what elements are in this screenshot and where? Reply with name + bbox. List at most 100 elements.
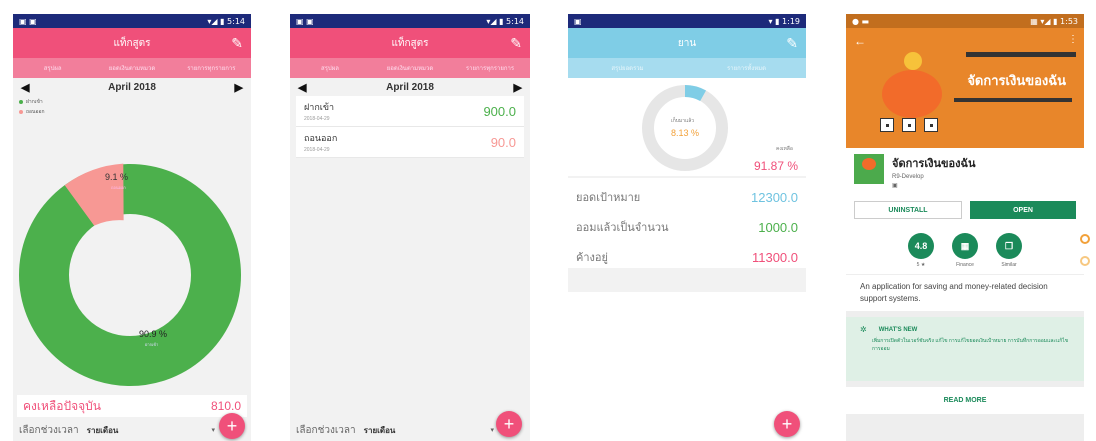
prev-month-icon[interactable]: ◀ [298,81,306,94]
period-select[interactable]: รายเดือน [364,424,396,437]
edit-icon[interactable]: ✎ [786,35,798,52]
tab-bar: สรุปผล ยอดเงินตามหมวด รายการทุกรายการ [290,58,530,78]
app-name: จัดการเงินของฉัน [892,158,976,170]
period-select[interactable]: รายเดือน [87,424,119,437]
uninstall-button[interactable]: UNINSTALL [854,201,962,219]
back-arrow-icon[interactable]: ← [854,34,866,48]
balance-card: คงเหลือปัจจุบัน 810.0 [17,395,247,417]
piggy-bank-illustration [882,70,942,118]
balance-value: 810.0 [210,399,241,413]
phone-screen-summary: ▣ ▣ ▾◢ ▮ 5:14 แท็กสูตร ✎ สรุปผล ยอดเงินต… [13,14,251,441]
whats-new-text: เพิ่มการเปิดตัวในเวอร์ชันจริง แก้ไข การแ… [872,338,1069,352]
status-bar: ● ▬ ▦ ▾◢ ▮ 1:53 [846,14,1084,28]
tab-all-items[interactable]: รายการทุกรายการ [450,58,530,78]
phone-screen-play-store: ● ▬ ▦ ▾◢ ▮ 1:53 ← ⋮ จัดการเงินของฉัน จัด… [846,14,1084,441]
toolbar-title: แท็กสูตร [391,37,429,49]
dropdown-caret-icon[interactable]: ▾ [490,426,494,434]
toolbar-title: แท็กสูตร [113,37,151,49]
month-selector: ◀ April 2018 ▶ [290,78,530,96]
tab-summary[interactable]: สรุปผล [13,58,92,78]
open-button[interactable]: OPEN [970,201,1076,219]
status-bar: ▣ ▣ ▾◢ ▮ 5:14 [13,14,251,28]
summary-row-saved: ออมแล้วเป็นจำนวน 1000.0 [568,212,806,242]
feature-square-icon [924,118,938,132]
read-more-button[interactable]: READ MORE [846,387,1084,414]
tab-category[interactable]: ยอดเงินตามหมวด [370,58,450,78]
item-date: 2018-04-29 [304,116,330,122]
rating-label: 5 ★ [916,262,926,268]
app-toolbar: ยาน ✎ [568,28,806,58]
feature-square-icon [880,118,894,132]
notification-icons: ▣ ▣ [19,16,37,26]
add-fab-button[interactable]: + [774,411,800,437]
side-scroll-icon [1080,256,1090,266]
phone-screen-goal: ▣ ▾ ▮ 1:19 ยาน ✎ สรุปยอดรวม รายการทั้งหม… [568,14,806,441]
tab-all-items[interactable]: รายการทั้งหมด [687,58,806,78]
status-time: ▾◢ ▮ 5:14 [486,16,524,26]
period-bar: เลือกช่วงเวลา รายเดือน ▾ [290,419,530,441]
notification-icons: ▣ ▣ [296,16,314,26]
donut-label-withdraw-caption: ถอนออก [111,185,126,190]
tab-all-items[interactable]: รายการทุกรายการ [172,58,251,78]
dropdown-caret-icon[interactable]: ▾ [211,426,215,434]
summary-value: 12300.0 [751,189,798,205]
screenshot-strip: ▣ ▣ ▾◢ ▮ 5:14 แท็กสูตร ✎ สรุปผล ยอดเงินต… [0,0,1096,441]
prev-month-icon[interactable]: ◀ [21,81,29,94]
donut-segment-deposit [19,164,241,386]
tab-bar: สรุปยอดรวม รายการทั้งหมด [568,58,806,78]
month-label: April 2018 [386,81,434,93]
toolbar-title: ยาน [677,37,697,49]
notification-icons: ▣ [574,16,582,26]
goal-ring-chart: เก็บมาแล้ว 8.13 % คงเหลือ 91.87 % [642,85,798,173]
status-time: ▾ ▮ 1:19 [768,16,800,26]
category-stat[interactable]: ▦ Finance [952,233,978,268]
next-month-icon[interactable]: ▶ [514,81,522,94]
content-rating-icon: ▣ [892,183,898,189]
status-bar: ▣ ▣ ▾◢ ▮ 5:14 [290,14,530,28]
app-toolbar: แท็กสูตร ✎ [13,28,251,58]
rating-stat[interactable]: 4.8 5 ★ [908,233,934,268]
period-bar: เลือกช่วงเวลา รายเดือน ▾ [13,419,251,441]
balance-label: คงเหลือปัจจุบัน [23,398,101,413]
item-amount: 900.0 [483,103,516,119]
similar-stat[interactable]: ❐ Similar [996,233,1022,268]
goal-progress-card: เก็บมาแล้ว 8.13 % คงเหลือ 91.87 % [568,78,806,176]
chart-legend: ฝากเข้า ถอนออก [13,96,251,120]
summary-label: ค้างอยู่ [576,252,608,264]
ring-percent: 8.13 % [671,128,699,138]
remain-caption: คงเหลือ [776,145,793,152]
add-fab-button[interactable]: + [496,411,522,437]
next-month-icon[interactable]: ▶ [235,81,243,94]
list-item[interactable]: ถอนออก 2018-04-29 90.0 [296,127,524,158]
tab-summary[interactable]: สรุปผล [290,58,370,78]
legend-item-deposit: ฝากเข้า [19,98,245,106]
hero-title: จัดการเงินของฉัน [967,73,1066,88]
summary-label: ยอดเป้าหมาย [576,192,641,204]
add-fab-button[interactable]: + [219,413,245,439]
app-description[interactable]: An application for saving and money-rela… [846,274,1084,311]
donut-chart: 9.1 % ถอนออก 90.9 % ฝากเข้า [19,163,241,386]
empty-area [568,292,806,441]
banner-strip [966,52,1076,57]
item-date: 2018-04-29 [304,147,330,153]
month-label: April 2018 [108,81,156,93]
tab-overview[interactable]: สรุปยอดรวม [568,58,687,78]
rating-badge: 4.8 [908,233,934,259]
category-label: Finance [956,262,974,268]
feature-square-icon [902,118,916,132]
banner-strip [954,98,1072,102]
developer-name[interactable]: R9-Develop [892,174,976,180]
list-item[interactable]: ฝากเข้า 2018-04-29 900.0 [296,96,524,127]
tab-category[interactable]: ยอดเงินตามหมวด [92,58,171,78]
month-selector: ◀ April 2018 ▶ [13,78,251,96]
edit-icon[interactable]: ✎ [231,35,243,52]
app-info: จัดการเงินของฉัน R9-Develop ▣ [846,148,1084,195]
side-scroll-icon [1080,234,1090,244]
overflow-menu-icon[interactable]: ⋮ [1068,34,1078,45]
edit-icon[interactable]: ✎ [510,35,522,52]
coin-illustration [904,52,922,70]
update-icon: ✲ [860,325,867,334]
donut-label-deposit-percent: 90.9 % [139,329,167,339]
app-stats: 4.8 5 ★ ▦ Finance ❐ Similar [846,225,1084,274]
phone-screen-items: ▣ ▣ ▾◢ ▮ 5:14 แท็กสูตร ✎ สรุปผล ยอดเงินต… [290,14,530,441]
